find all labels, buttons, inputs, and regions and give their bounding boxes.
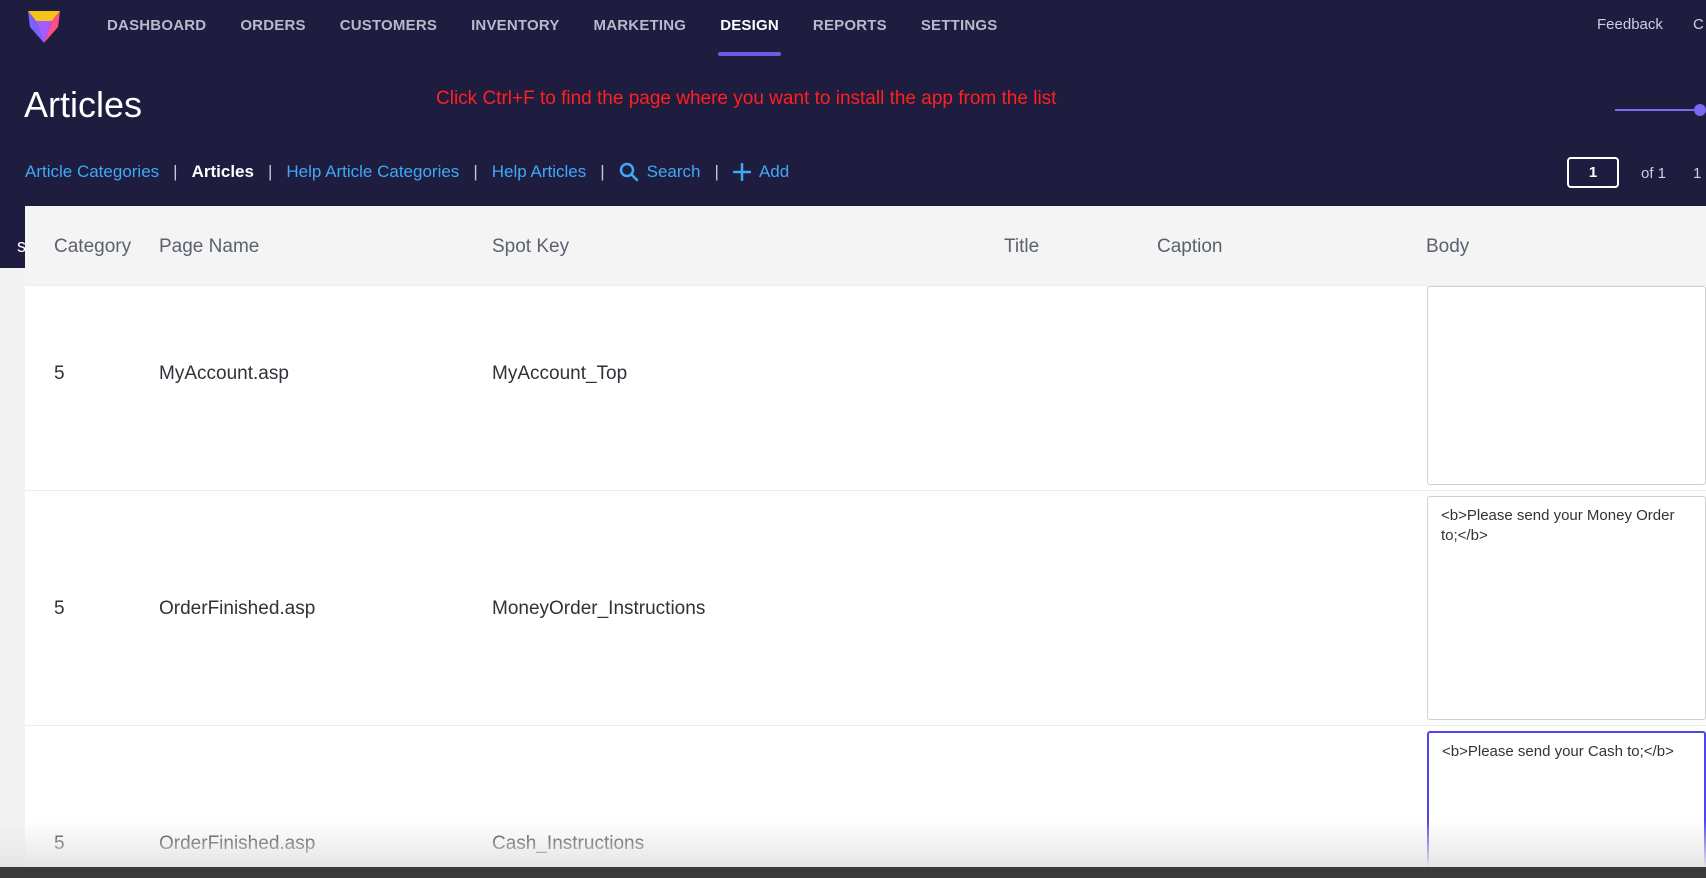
header-category[interactable]: Category bbox=[54, 236, 131, 258]
separator: | bbox=[173, 162, 178, 181]
cell-spot-key: MoneyOrder_Instructions bbox=[492, 598, 706, 619]
body-textarea[interactable]: <b>Please send your Cash to;</b> bbox=[1427, 731, 1706, 867]
help-article-categories-link[interactable]: Help Article Categories bbox=[286, 162, 459, 182]
slider-track bbox=[1615, 109, 1699, 111]
plus-icon bbox=[732, 163, 751, 181]
nav-customers[interactable]: CUSTOMERS bbox=[323, 0, 454, 52]
bottom-bar bbox=[0, 867, 1706, 878]
header-spot-key[interactable]: Spot Key bbox=[492, 236, 569, 258]
help-articles-link[interactable]: Help Articles bbox=[492, 162, 586, 182]
cell-category: 5 bbox=[54, 598, 65, 619]
cell-category: 5 bbox=[54, 363, 65, 384]
search-link[interactable]: Search bbox=[619, 162, 701, 182]
nav-inventory[interactable]: INVENTORY bbox=[454, 0, 576, 52]
header-body[interactable]: Body bbox=[1426, 236, 1469, 258]
table-row[interactable]: 5 OrderFinished.asp MoneyOrder_Instructi… bbox=[25, 490, 1706, 725]
page-number-input[interactable]: 1 bbox=[1567, 157, 1619, 188]
top-header: DASHBOARD ORDERS CUSTOMERS INVENTORY MAR… bbox=[0, 0, 1706, 206]
install-notice: Click Ctrl+F to find the page where you … bbox=[436, 88, 1057, 109]
cell-page-name: OrderFinished.asp bbox=[159, 833, 316, 854]
separator: | bbox=[600, 162, 605, 181]
cell-spot-key: Cash_Instructions bbox=[492, 833, 645, 854]
article-subnav: Article Categories | Articles | Help Art… bbox=[25, 162, 789, 182]
page-title: Articles bbox=[24, 84, 143, 125]
cell-page-name: OrderFinished.asp bbox=[159, 598, 316, 619]
table-row[interactable]: 5 OrderFinished.asp Cash_Instructions <b… bbox=[25, 725, 1706, 867]
page-count: of 1 bbox=[1641, 165, 1667, 182]
separator: | bbox=[714, 162, 719, 181]
nav-reports[interactable]: REPORTS bbox=[796, 0, 904, 52]
search-icon bbox=[619, 162, 638, 182]
feedback-link[interactable]: Feedback bbox=[1597, 16, 1663, 33]
nav-marketing[interactable]: MARKETING bbox=[577, 0, 704, 52]
nav-orders[interactable]: ORDERS bbox=[223, 0, 322, 52]
separator: | bbox=[473, 162, 478, 181]
slider-knob[interactable] bbox=[1694, 104, 1706, 116]
table-header: Category Page Name Spot Key Title Captio… bbox=[25, 207, 1706, 285]
add-link[interactable]: Add bbox=[732, 162, 790, 182]
nav-truncated-item[interactable]: C bbox=[1693, 16, 1704, 33]
articles-current: Articles bbox=[191, 162, 254, 181]
pager-truncated-text: 1 bbox=[1693, 165, 1702, 182]
app-logo-icon[interactable] bbox=[24, 7, 64, 47]
main-nav: DASHBOARD ORDERS CUSTOMERS INVENTORY MAR… bbox=[90, 0, 1014, 60]
body-textarea[interactable]: <b>Please send your Money Order to;</b> bbox=[1427, 496, 1706, 720]
search-label: Search bbox=[646, 162, 701, 181]
toggle-slider[interactable] bbox=[1615, 104, 1706, 116]
header-caption[interactable]: Caption bbox=[1157, 236, 1223, 258]
table-row[interactable]: 5 MyAccount.asp MyAccount_Top bbox=[25, 285, 1706, 490]
cell-spot-key: MyAccount_Top bbox=[492, 363, 628, 384]
cell-category: 5 bbox=[54, 833, 65, 854]
nav-design[interactable]: DESIGN bbox=[703, 0, 796, 56]
articles-table: Category Page Name Spot Key Title Captio… bbox=[25, 207, 1706, 867]
article-categories-link[interactable]: Article Categories bbox=[25, 162, 159, 182]
nav-settings[interactable]: SETTINGS bbox=[904, 0, 1015, 52]
add-label: Add bbox=[758, 162, 790, 181]
header-title[interactable]: Title bbox=[1004, 236, 1039, 258]
header-page-name[interactable]: Page Name bbox=[159, 236, 259, 258]
body-textarea[interactable] bbox=[1427, 286, 1706, 485]
cell-page-name: MyAccount.asp bbox=[159, 363, 289, 384]
truncated-column-header: s bbox=[17, 236, 26, 256]
separator: | bbox=[267, 162, 273, 181]
nav-dashboard[interactable]: DASHBOARD bbox=[90, 0, 223, 52]
